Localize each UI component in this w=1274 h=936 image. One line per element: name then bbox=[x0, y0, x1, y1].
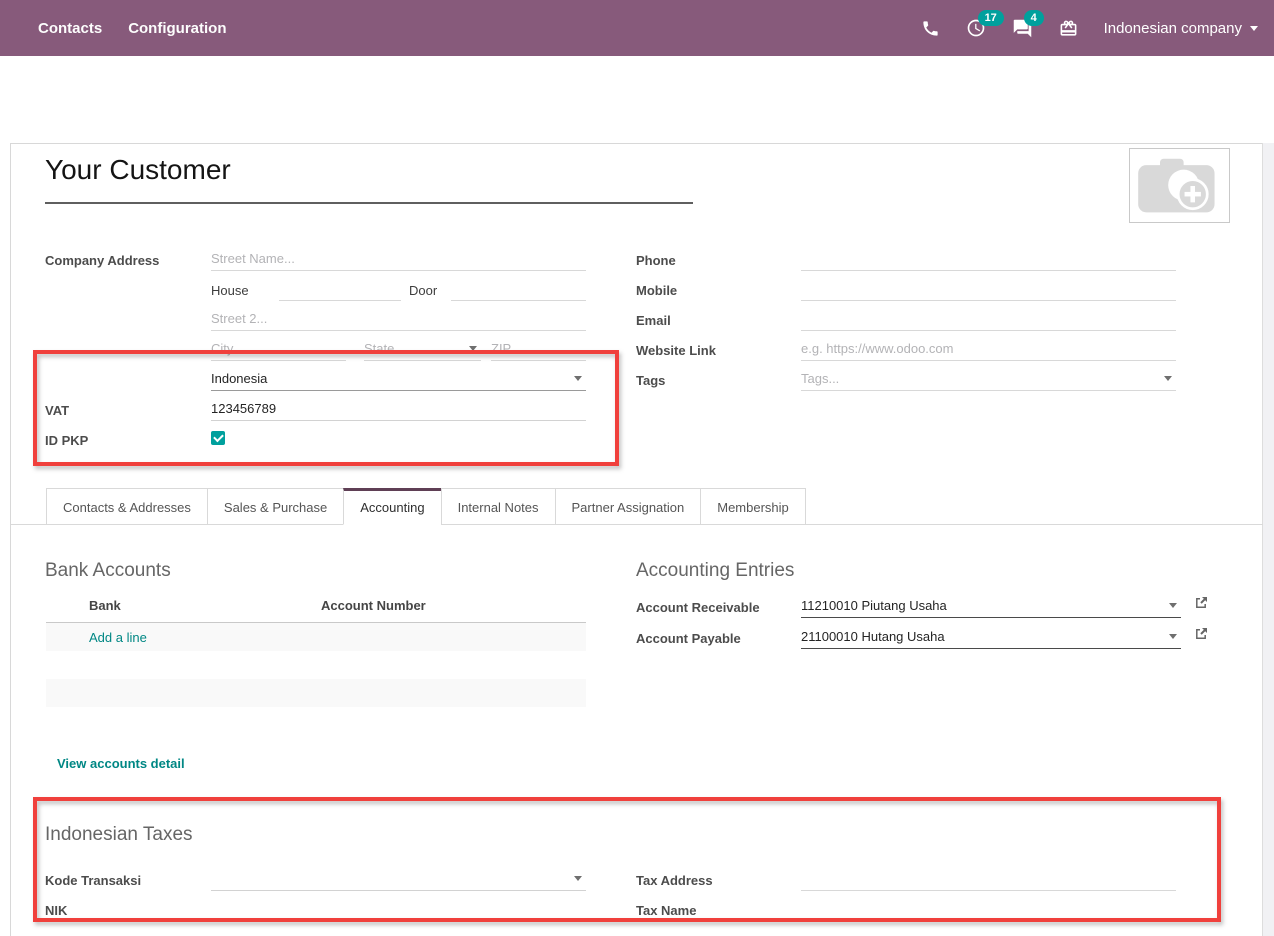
tab-internal-notes[interactable]: Internal Notes bbox=[441, 488, 556, 525]
country-select[interactable]: Indonesia bbox=[211, 367, 586, 391]
tab-sales-purchase[interactable]: Sales & Purchase bbox=[207, 488, 344, 525]
account-receivable-select[interactable]: 11210010 Piutang Usaha bbox=[801, 594, 1181, 618]
col-header-bank: Bank bbox=[89, 598, 121, 613]
vat-label: VAT bbox=[45, 403, 69, 418]
website-label: Website Link bbox=[636, 343, 716, 358]
caret-down-icon bbox=[574, 376, 582, 381]
door-label: Door bbox=[409, 283, 437, 298]
website-input[interactable]: e.g. https://www.odoo.com bbox=[801, 337, 1176, 361]
top-navbar: Contacts Configuration 17 4 Indonesian c… bbox=[0, 0, 1274, 56]
caret-down-icon bbox=[1169, 603, 1177, 608]
indonesian-taxes-title: Indonesian Taxes bbox=[45, 824, 193, 846]
house-label: House bbox=[211, 283, 249, 298]
camera-plus-icon bbox=[1136, 156, 1224, 216]
door-input[interactable] bbox=[451, 277, 586, 301]
phone-input[interactable] bbox=[801, 247, 1176, 271]
main-menus: Contacts Configuration bbox=[0, 20, 227, 37]
accounting-entries-title: Accounting Entries bbox=[636, 560, 794, 582]
zip-placeholder: ZIP bbox=[491, 341, 511, 356]
id-pkp-label: ID PKP bbox=[45, 433, 88, 448]
tags-placeholder: Tags... bbox=[801, 371, 839, 386]
nik-label: NIK bbox=[45, 903, 67, 918]
tab-membership[interactable]: Membership bbox=[700, 488, 806, 525]
menu-contacts[interactable]: Contacts bbox=[38, 20, 102, 37]
account-payable-select[interactable]: 21100010 Hutang Usaha bbox=[801, 625, 1181, 649]
add-a-line-link[interactable]: Add a line bbox=[89, 630, 147, 645]
caret-down-icon bbox=[1164, 376, 1172, 381]
account-payable-value: 21100010 Hutang Usaha bbox=[801, 629, 945, 644]
vat-value: 123456789 bbox=[211, 401, 276, 416]
street-input[interactable]: Street Name... bbox=[211, 247, 586, 271]
street2-placeholder: Street 2... bbox=[211, 311, 267, 326]
house-input[interactable] bbox=[279, 277, 401, 301]
account-receivable-label: Account Receivable bbox=[636, 600, 760, 615]
city-placeholder: City bbox=[211, 341, 233, 356]
external-link-icon[interactable] bbox=[1194, 596, 1208, 610]
notebook-tabs: Contacts & Addresses Sales & Purchase Ac… bbox=[46, 488, 806, 525]
messages-icon[interactable]: 4 bbox=[1012, 18, 1033, 39]
message-count-badge: 4 bbox=[1024, 10, 1044, 26]
add-image-button[interactable] bbox=[1129, 148, 1230, 223]
tab-contacts-addresses[interactable]: Contacts & Addresses bbox=[46, 488, 208, 525]
tags-input[interactable]: Tags... bbox=[801, 367, 1176, 391]
tab-accounting[interactable]: Accounting bbox=[343, 488, 441, 525]
kode-transaksi-label: Kode Transaksi bbox=[45, 873, 141, 888]
account-receivable-value: 11210010 Piutang Usaha bbox=[801, 598, 947, 613]
tax-name-label: Tax Name bbox=[636, 903, 696, 918]
website-placeholder: e.g. https://www.odoo.com bbox=[801, 341, 953, 356]
caret-down-icon bbox=[1169, 634, 1177, 639]
kode-transaksi-select[interactable] bbox=[211, 867, 586, 891]
title-underline bbox=[45, 202, 693, 204]
email-label: Email bbox=[636, 313, 671, 328]
zip-input[interactable]: ZIP bbox=[491, 337, 586, 361]
table-row-empty bbox=[46, 679, 586, 707]
view-accounts-detail-link[interactable]: View accounts detail bbox=[57, 756, 185, 771]
account-payable-label: Account Payable bbox=[636, 631, 741, 646]
country-value: Indonesia bbox=[211, 371, 267, 386]
street2-input[interactable]: Street 2... bbox=[211, 307, 586, 331]
activity-count-badge: 17 bbox=[978, 10, 1004, 26]
company-switcher[interactable]: Indonesian company bbox=[1104, 20, 1258, 37]
menu-configuration[interactable]: Configuration bbox=[128, 20, 226, 37]
company-name: Indonesian company bbox=[1104, 20, 1242, 37]
scrollbar[interactable] bbox=[1262, 143, 1274, 936]
form-sheet: Your Customer Company Address Street Nam… bbox=[10, 143, 1263, 936]
tab-partner-assignation[interactable]: Partner Assignation bbox=[555, 488, 702, 525]
topbar-systray: 17 4 Indonesian company bbox=[921, 0, 1258, 56]
gift-icon[interactable] bbox=[1059, 19, 1078, 38]
bank-accounts-title: Bank Accounts bbox=[45, 560, 171, 582]
email-input[interactable] bbox=[801, 307, 1176, 331]
tax-address-input[interactable] bbox=[801, 867, 1176, 891]
tax-address-label: Tax Address bbox=[636, 873, 713, 888]
caret-down-icon bbox=[1250, 26, 1258, 31]
street-placeholder: Street Name... bbox=[211, 251, 295, 266]
tags-label: Tags bbox=[636, 373, 665, 388]
phone-label: Phone bbox=[636, 253, 676, 268]
mobile-input[interactable] bbox=[801, 277, 1176, 301]
contact-form-screen: Contacts Configuration 17 4 Indonesian c… bbox=[0, 0, 1274, 936]
vat-input[interactable]: 123456789 bbox=[211, 397, 586, 421]
checkmark-icon bbox=[213, 432, 224, 443]
external-link-icon[interactable] bbox=[1194, 627, 1208, 641]
state-placeholder: State bbox=[364, 341, 394, 356]
caret-down-icon bbox=[574, 876, 582, 881]
activity-clock-icon[interactable]: 17 bbox=[966, 18, 986, 38]
state-select[interactable]: State bbox=[364, 337, 481, 361]
id-pkp-checkbox[interactable] bbox=[211, 431, 225, 445]
col-header-account-number: Account Number bbox=[321, 598, 426, 613]
phone-icon[interactable] bbox=[921, 19, 940, 38]
company-address-label: Company Address bbox=[45, 253, 159, 268]
city-input[interactable]: City bbox=[211, 337, 346, 361]
caret-down-icon bbox=[469, 346, 477, 351]
mobile-label: Mobile bbox=[636, 283, 677, 298]
record-title[interactable]: Your Customer bbox=[45, 154, 231, 186]
